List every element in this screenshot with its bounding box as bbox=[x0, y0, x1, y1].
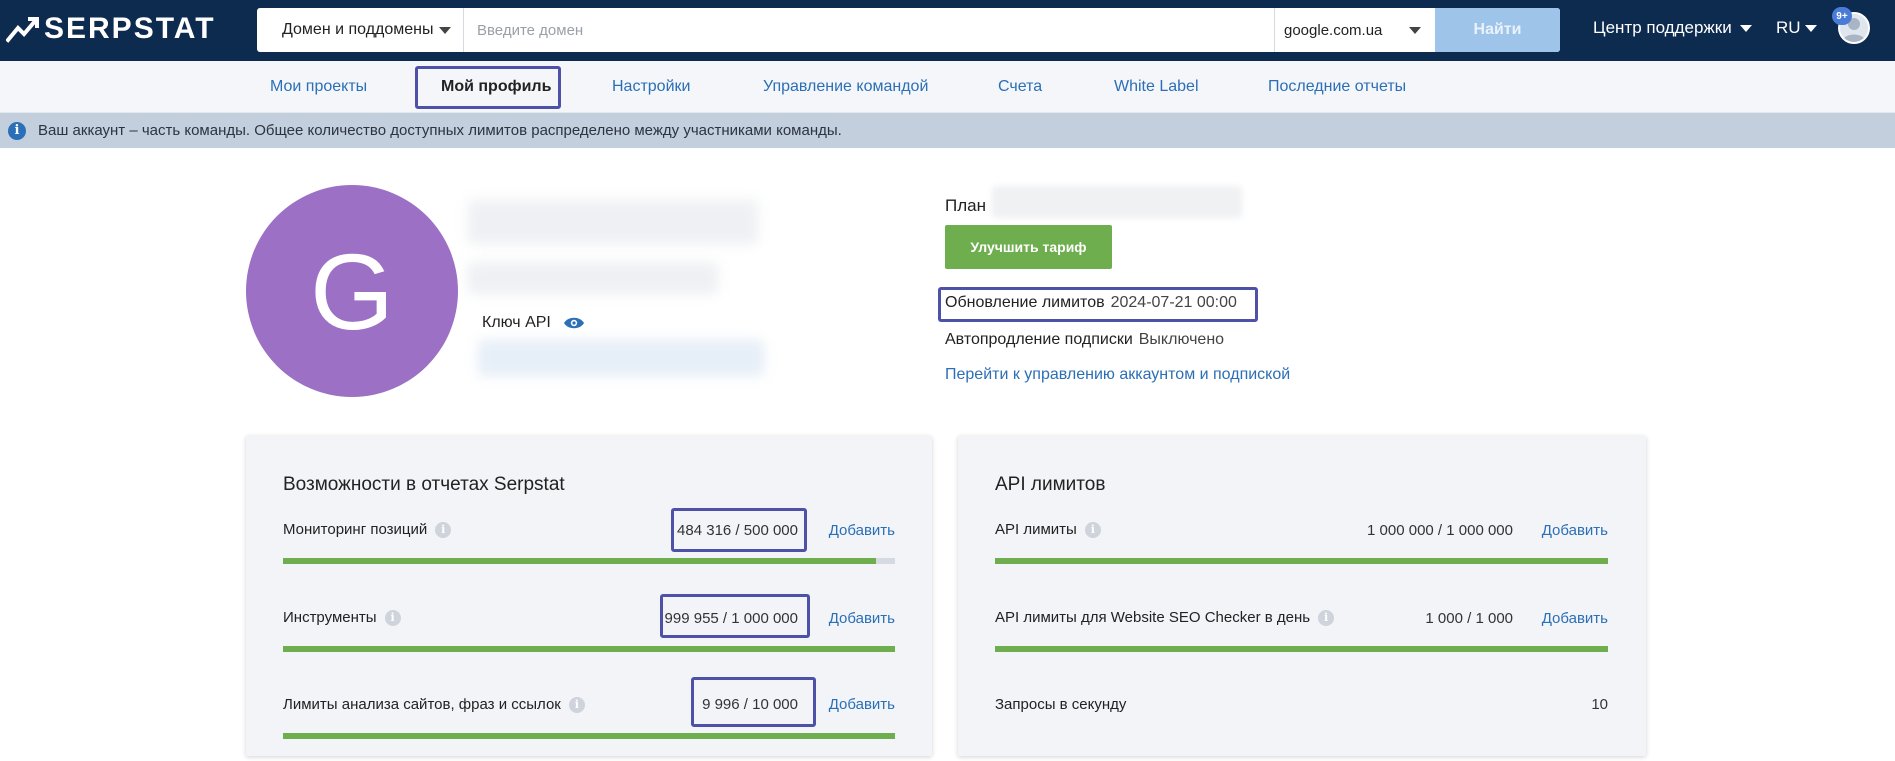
upgrade-plan-button[interactable]: Улучшить тариф bbox=[945, 225, 1112, 269]
limit-value: 1 000 000 / 1 000 000 bbox=[1367, 522, 1513, 539]
chevron-down-icon bbox=[1409, 27, 1421, 34]
add-limit-link[interactable]: Добавить bbox=[1542, 522, 1608, 539]
add-limit-link[interactable]: Добавить bbox=[829, 696, 895, 713]
autorenew-label: Автопродление подписки bbox=[945, 331, 1133, 348]
limit-row-label: Лимиты анализа сайтов, фраз и ссылок i bbox=[283, 696, 585, 713]
search-bar: Домен и поддомены google.com.ua Найти bbox=[257, 8, 1560, 52]
support-center-label: Центр поддержки bbox=[1593, 18, 1732, 37]
limit-row-label: API лимиты для Website SEO Checker в ден… bbox=[995, 609, 1335, 626]
help-icon[interactable]: i bbox=[1318, 609, 1335, 626]
limit-label-text: API лимиты для Website SEO Checker в ден… bbox=[995, 609, 1311, 626]
plan-label: План bbox=[945, 196, 986, 215]
blurred-plan-name bbox=[992, 186, 1242, 218]
domain-search-input[interactable] bbox=[465, 8, 1281, 52]
team-info-banner: i Ваш аккаунт – часть команды. Общее кол… bbox=[0, 113, 1895, 148]
tab-recent-reports[interactable]: Последние отчеты bbox=[1268, 61, 1406, 113]
manage-account-link[interactable]: Перейти к управлению аккаунтом и подписк… bbox=[945, 366, 1290, 384]
logo-text: SERPSTAT bbox=[44, 12, 216, 45]
limit-progress-bar bbox=[283, 558, 895, 564]
tab-white-label[interactable]: White Label bbox=[1114, 61, 1199, 113]
reports-card-title: Возможности в отчетах Serpstat bbox=[283, 474, 565, 495]
api-card-title: API лимитов bbox=[995, 474, 1106, 495]
reports-limits-card: Возможности в отчетах Serpstat Мониторин… bbox=[246, 436, 932, 756]
tab-my-projects[interactable]: Мои проекты bbox=[270, 61, 367, 113]
blurred-user-email bbox=[468, 262, 718, 294]
limit-row-label: Запросы в секунду bbox=[995, 696, 1126, 713]
api-key-label-text: Ключ API bbox=[482, 314, 551, 331]
limit-progress-fill bbox=[283, 733, 895, 739]
help-icon[interactable]: i bbox=[435, 521, 452, 538]
requests-per-second-value: 10 bbox=[1591, 696, 1608, 713]
profile-subnav: Мои проекты Мой профиль Настройки Управл… bbox=[0, 61, 1895, 113]
blurred-user-name bbox=[468, 200, 758, 244]
chevron-down-icon bbox=[1804, 24, 1817, 32]
limit-label-text: Запросы в секунду bbox=[995, 696, 1127, 713]
avatar-letter: G bbox=[309, 230, 394, 352]
limits-update-row: Обновление лимитов 2024-07-21 00:00 bbox=[945, 294, 1237, 312]
search-mode-select[interactable]: Домен и поддомены bbox=[257, 8, 464, 52]
help-icon[interactable]: i bbox=[384, 609, 401, 626]
chevron-down-icon bbox=[1739, 24, 1752, 32]
search-button[interactable]: Найти bbox=[1435, 8, 1560, 52]
api-limits-card: API лимитов API лимиты i 1 000 000 / 1 0… bbox=[958, 436, 1646, 756]
autorenew-value: Выключено bbox=[1138, 331, 1225, 348]
limit-progress-fill bbox=[283, 558, 876, 564]
search-mode-value: Домен и поддомены bbox=[282, 21, 434, 38]
autorenew-row: Автопродление подписки Выключено bbox=[945, 331, 1224, 349]
support-center-menu[interactable]: Центр поддержки bbox=[1593, 18, 1752, 38]
banner-text: Ваш аккаунт – часть команды. Общее колич… bbox=[38, 122, 842, 139]
chevron-down-icon bbox=[439, 27, 451, 34]
limit-progress-fill bbox=[283, 646, 895, 652]
language-select[interactable]: RU bbox=[1776, 18, 1817, 38]
limit-progress-bar bbox=[283, 646, 895, 652]
limits-update-label: Обновление лимитов bbox=[945, 294, 1105, 311]
search-engine-value: google.com.ua bbox=[1284, 21, 1383, 39]
add-limit-link[interactable]: Добавить bbox=[1542, 610, 1608, 627]
api-key-label: Ключ API bbox=[482, 314, 585, 332]
limit-progress-bar bbox=[995, 558, 1608, 564]
limit-value: 999 955 / 1 000 000 bbox=[664, 610, 798, 627]
active-tab-highlight bbox=[415, 66, 561, 109]
limit-label-text: Лимиты анализа сайтов, фраз и ссылок bbox=[283, 696, 561, 713]
tab-invoices[interactable]: Счета bbox=[998, 61, 1042, 113]
info-icon: i bbox=[8, 121, 26, 140]
top-bar: SERPSTAT Домен и поддомены google.com.ua… bbox=[0, 0, 1895, 61]
limit-progress-bar bbox=[283, 733, 895, 739]
limit-progress-bar bbox=[995, 646, 1608, 652]
eye-icon[interactable] bbox=[563, 316, 585, 330]
limit-value: 1 000 / 1 000 bbox=[1425, 610, 1513, 627]
help-icon[interactable]: i bbox=[568, 696, 585, 713]
limit-progress-fill bbox=[995, 558, 1608, 564]
notifications-badge: 9+ bbox=[1832, 7, 1852, 25]
language-value: RU bbox=[1776, 18, 1801, 37]
limit-row-label: API лимиты i bbox=[995, 521, 1101, 538]
profile-avatar: G bbox=[246, 185, 458, 397]
limit-value: 484 316 / 500 000 bbox=[677, 522, 798, 539]
user-menu[interactable]: 9+ bbox=[1832, 7, 1872, 46]
limit-progress-fill bbox=[995, 646, 1608, 652]
tab-settings[interactable]: Настройки bbox=[612, 61, 690, 113]
tab-team-management[interactable]: Управление командой bbox=[763, 61, 928, 113]
limit-row-label: Инструменты i bbox=[283, 609, 401, 626]
limit-row-label: Мониторинг позиций i bbox=[283, 521, 452, 538]
limits-update-value: 2024-07-21 00:00 bbox=[1110, 294, 1237, 311]
limit-label-text: Инструменты bbox=[283, 609, 377, 626]
blurred-api-key bbox=[478, 340, 764, 376]
search-engine-select[interactable]: google.com.ua bbox=[1274, 8, 1435, 52]
limit-label-text: API лимиты bbox=[995, 521, 1077, 538]
add-limit-link[interactable]: Добавить bbox=[829, 610, 895, 627]
serpstat-logo[interactable]: SERPSTAT bbox=[6, 14, 216, 44]
help-icon[interactable]: i bbox=[1084, 521, 1101, 538]
limit-label-text: Мониторинг позиций bbox=[283, 521, 428, 538]
add-limit-link[interactable]: Добавить bbox=[829, 522, 895, 539]
logo-chart-icon bbox=[6, 17, 39, 43]
limit-value: 9 996 / 10 000 bbox=[702, 696, 798, 713]
